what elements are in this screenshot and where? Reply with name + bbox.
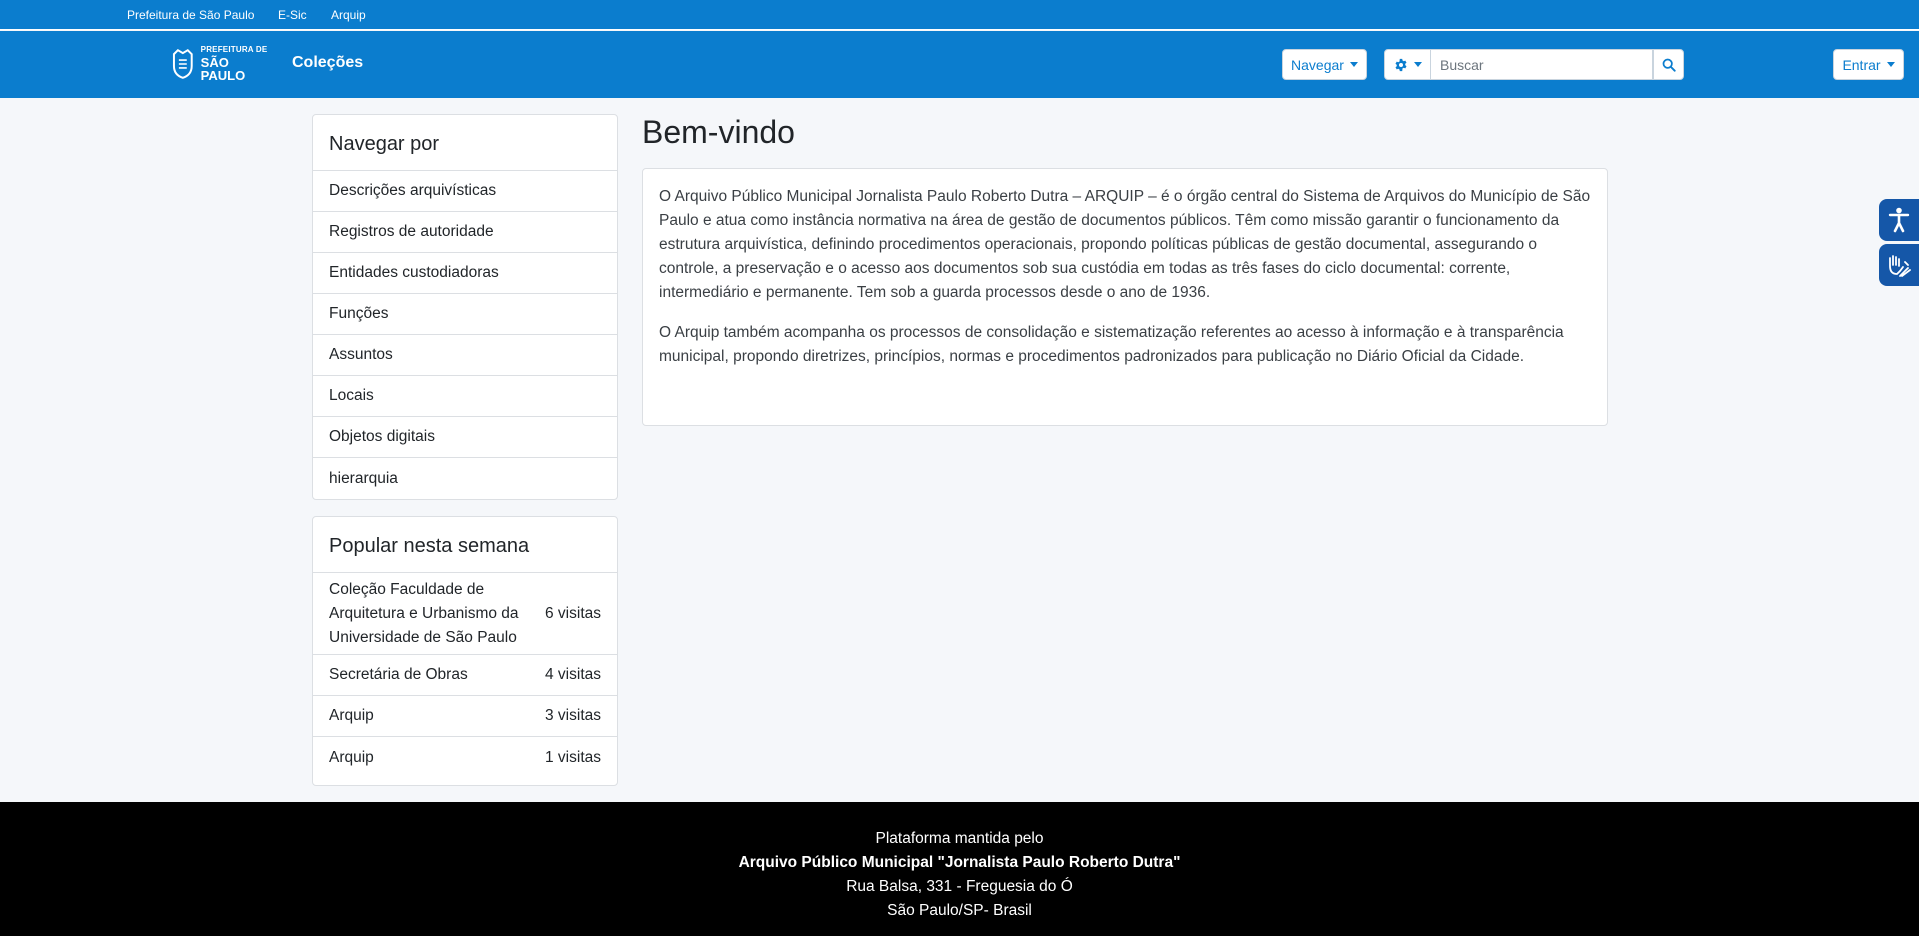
browse-item-assuntos[interactable]: Assuntos [313, 335, 617, 376]
navigate-dropdown-button[interactable]: Navegar [1282, 49, 1367, 80]
browse-item-locais[interactable]: Locais [313, 376, 617, 417]
logo-line2: SÃO PAULO [200, 55, 246, 83]
accessibility-button[interactable] [1879, 199, 1919, 241]
link-e-sic[interactable]: E-Sic [278, 8, 307, 22]
site-title[interactable]: Coleções [292, 54, 363, 72]
gear-icon [1394, 58, 1407, 71]
popular-item-count: 1 visitas [545, 748, 601, 766]
footer-address: Rua Balsa, 331 - Freguesia do Ó [846, 878, 1073, 895]
popular-item-name: Coleção Faculdade de Arquitetura e Urban… [329, 580, 519, 646]
welcome-paragraph: O Arquip também acompanha os processos d… [659, 324, 1564, 365]
search-input[interactable] [1431, 49, 1653, 80]
browse-item-funcoes[interactable]: Funções [313, 294, 617, 335]
popular-item-name: Arquip [329, 707, 374, 724]
popular-item[interactable]: Arquip 3 visitas [313, 696, 617, 737]
login-label: Entrar [1842, 56, 1881, 73]
browse-item-descricoes[interactable]: Descrições arquivísticas [313, 171, 617, 212]
caret-down-icon [1413, 62, 1422, 67]
footer-city: São Paulo/SP- Brasil [887, 902, 1032, 919]
accessibility-icon [1888, 207, 1910, 233]
popular-item[interactable]: Arquip 1 visitas [313, 737, 617, 778]
popular-item[interactable]: Coleção Faculdade de Arquitetura e Urban… [313, 573, 617, 655]
popular-item-count: 3 visitas [545, 707, 601, 724]
popular-item-count: 6 visitas [545, 604, 601, 622]
browse-item-registros[interactable]: Registros de autoridade [313, 212, 617, 253]
search-settings-button[interactable] [1384, 49, 1431, 80]
welcome-content-box: O Arquivo Público Municipal Jornalista P… [642, 168, 1608, 426]
caret-down-icon [1886, 62, 1895, 67]
popular-item-name: Secretária de Obras [329, 666, 468, 683]
page-title: Bem-vindo [642, 114, 795, 150]
browse-title: Navegar por [313, 115, 617, 171]
browse-item-hierarquia[interactable]: hierarquia [313, 458, 617, 499]
navigate-label: Navegar [1291, 56, 1344, 73]
welcome-paragraph: O Arquivo Público Municipal Jornalista P… [659, 188, 1591, 301]
search-button[interactable] [1653, 49, 1684, 80]
coat-of-arms-icon [172, 48, 193, 79]
link-prefeitura[interactable]: Prefeitura de São Paulo [127, 8, 254, 22]
prefeitura-logo[interactable]: PREFEITURA DE SÃO PAULO [170, 45, 276, 83]
top-links-bar: Prefeitura de São Paulo E-Sic Arquip [0, 0, 1919, 30]
popular-item-name: Arquip [329, 748, 374, 766]
browse-item-objetos-digitais[interactable]: Objetos digitais [313, 417, 617, 458]
magnifier-icon [1662, 58, 1676, 72]
sign-language-icon [1889, 255, 1911, 277]
popular-title: Popular nesta semana [313, 517, 617, 573]
logo-line1: PREFEITURA DE [200, 45, 268, 54]
caret-down-icon [1349, 62, 1358, 67]
browse-item-entidades[interactable]: Entidades custodiadoras [313, 253, 617, 294]
popular-item[interactable]: Secretária de Obras 4 visitas [313, 655, 617, 696]
login-dropdown-button[interactable]: Entrar [1833, 49, 1904, 80]
sign-language-button[interactable] [1879, 244, 1919, 286]
popular-panel: Popular nesta semana Coleção Faculdade d… [312, 516, 618, 786]
link-arquip[interactable]: Arquip [331, 8, 366, 22]
popular-item-count: 4 visitas [545, 666, 601, 683]
browse-panel: Navegar por Descrições arquivísticas Reg… [312, 114, 618, 500]
footer-maintained-by: Plataforma mantida pelo [875, 830, 1044, 847]
footer-institution: Arquivo Público Municipal "Jornalista Pa… [738, 854, 1181, 871]
site-footer: Plataforma mantida pelo Arquivo Público … [0, 802, 1919, 936]
